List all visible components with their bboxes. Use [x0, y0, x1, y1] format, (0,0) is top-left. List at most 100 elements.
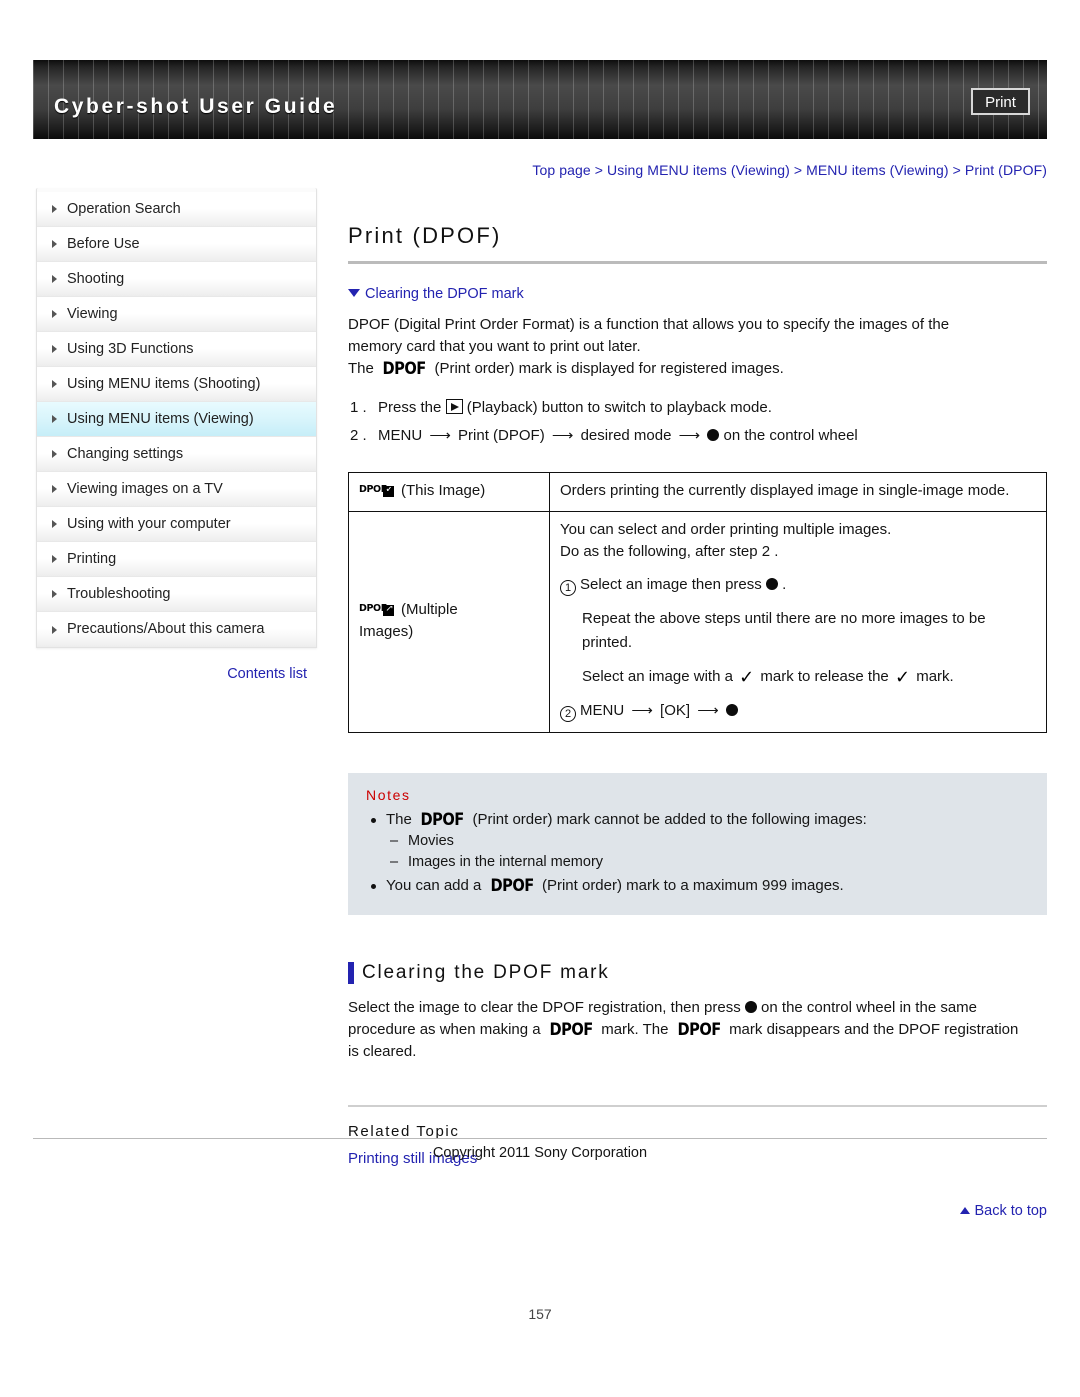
chevron-right-icon: [52, 310, 57, 318]
control-wheel-center-button-icon: [707, 429, 720, 441]
sub-step-2-part-1: MENU: [580, 702, 625, 719]
chevron-right-icon: [52, 275, 57, 283]
sidebar-item-label: Printing: [67, 551, 117, 567]
intro-line-1: DPOF (Digital Print Order Format) is a f…: [348, 316, 950, 333]
jump-to-clearing-dpof-link[interactable]: Clearing the DPOF mark: [348, 286, 1047, 302]
dpof-logo-icon: DPOF: [490, 876, 534, 896]
clearing-part-1: Select the image to clear the DPOF regis…: [348, 999, 741, 1016]
note-2-prefix: You can add a: [386, 877, 482, 894]
mode-label-line-1: (Multiple: [401, 601, 458, 618]
mode-label: (This Image): [401, 482, 486, 499]
back-to-top-link[interactable]: Back to top: [348, 1203, 1047, 1219]
step-1-prefix: Press the: [378, 399, 442, 416]
clearing-part-4: mark. The: [601, 1021, 669, 1038]
notes-box: Notes The DPOF (Print order) mark cannot…: [348, 773, 1047, 915]
release-post: mark.: [916, 668, 954, 685]
sidebar-item-label: Using 3D Functions: [67, 341, 194, 357]
chevron-right-icon: [52, 240, 57, 248]
sub-step-1-suffix: .: [782, 576, 787, 593]
jump-link-label: Clearing the DPOF mark: [365, 286, 524, 302]
note-1-sub-1: Movies: [386, 831, 1029, 852]
sidebar-item-printing[interactable]: Printing: [37, 542, 316, 577]
release-mid: mark to release the: [760, 668, 889, 685]
chevron-right-icon: [52, 485, 57, 493]
step-2-part-3: desired mode: [580, 427, 672, 444]
dpof-logo-icon: DPOF: [677, 1020, 721, 1040]
note-1-sublist: Movies Images in the internal memory: [386, 831, 1029, 873]
sidebar-item-troubleshooting[interactable]: Troubleshooting: [37, 577, 316, 612]
mode-cell-multiple-images: DPOF ↗ (Multiple Images): [348, 511, 550, 733]
playback-icon: [445, 399, 463, 414]
dpof-logo-icon: DPOF: [420, 810, 465, 830]
arrow-right-icon: ⟶: [678, 427, 701, 444]
mode-description-multiple-images: You can select and order printing multip…: [549, 511, 1047, 733]
sidebar-item-precautions-about-this-camera[interactable]: Precautions/About this camera: [37, 612, 316, 647]
arrow-right-icon: ⟶: [631, 702, 653, 719]
clearing-part-3: procedure as when making a: [348, 1021, 541, 1038]
step-1: 1 . Press the (Playback) button to switc…: [348, 394, 1047, 422]
note-1-prefix: The: [386, 811, 412, 828]
section-heading-clearing-dpof: Clearing the DPOF mark: [348, 961, 1047, 985]
sidebar-item-menu-items-shooting[interactable]: Using MENU items (Shooting): [37, 367, 316, 402]
circled-number-1: 1: [560, 580, 576, 596]
sidebar-item-viewing[interactable]: Viewing: [37, 297, 316, 332]
sub-step-release-mark: Select an image with a ✓ mark to release…: [560, 665, 1036, 689]
clearing-part-2: on the control wheel in the same: [761, 999, 978, 1016]
sidebar-item-viewing-images-on-a-tv[interactable]: Viewing images on a TV: [37, 472, 316, 507]
sub-step-repeat: Repeat the above steps until there are n…: [560, 607, 1036, 655]
dpof-logo-icon: DPOF: [382, 359, 427, 379]
mode-table: DPOF ✓ (This Image) Orders printing the …: [348, 472, 1047, 733]
notes-list: The DPOF (Print order) mark cannot be ad…: [366, 809, 1029, 897]
chevron-right-icon: [52, 205, 57, 213]
step-1-suffix: (Playback) button to switch to playback …: [466, 399, 772, 416]
table-row: DPOF ✓ (This Image) Orders printing the …: [348, 472, 1047, 512]
sub-step-2-part-2: [OK]: [660, 702, 691, 719]
header-banner: Cyber-shot User Guide Print: [33, 60, 1047, 139]
intro-line-3-suffix: (Print order) mark is displayed for regi…: [434, 360, 784, 377]
sidebar: Operation Search Before Use Shooting Vie…: [36, 188, 317, 682]
sidebar-item-label: Troubleshooting: [67, 586, 171, 602]
note-item-2: You can add a DPOF (Print order) mark to…: [366, 875, 1029, 897]
sidebar-item-using-with-your-computer[interactable]: Using with your computer: [37, 507, 316, 542]
footer-divider: [33, 1138, 1047, 1139]
sidebar-item-before-use[interactable]: Before Use: [37, 227, 316, 262]
sidebar-item-menu-items-viewing[interactable]: Using MENU items (Viewing): [37, 402, 316, 437]
sidebar-item-shooting[interactable]: Shooting: [37, 262, 316, 297]
notes-title: Notes: [366, 787, 411, 803]
breadcrumb[interactable]: Top page > Using MENU items (Viewing) > …: [348, 162, 1047, 178]
sidebar-item-label: Using with your computer: [67, 516, 231, 532]
clearing-part-6: is cleared.: [348, 1043, 417, 1060]
repeat-line-2: printed.: [582, 634, 633, 651]
release-pre: Select an image with a: [582, 668, 733, 685]
copyright-text: Copyright 2011 Sony Corporation: [432, 1145, 648, 1161]
sub-step-2: 2 MENU ⟶ [OK] ⟶: [560, 699, 1036, 723]
sidebar-item-changing-settings[interactable]: Changing settings: [37, 437, 316, 472]
step-2-part-1: MENU: [378, 427, 423, 444]
contents-list-link[interactable]: Contents list: [36, 666, 317, 682]
multi-desc-line-1: You can select and order printing multip…: [560, 521, 892, 538]
back-to-top-label: Back to top: [974, 1203, 1047, 1219]
sidebar-item-label: Before Use: [67, 236, 140, 252]
control-wheel-center-button-icon: [725, 704, 738, 716]
intro-paragraph: DPOF (Digital Print Order Format) is a f…: [348, 314, 1047, 380]
step-2-number: 2 .: [350, 427, 367, 444]
circled-number-2: 2: [560, 706, 576, 722]
sidebar-list: Operation Search Before Use Shooting Vie…: [36, 188, 317, 648]
step-2: 2 . MENU ⟶ Print (DPOF) ⟶ desired mode ⟶…: [348, 422, 1047, 450]
document-page: Cyber-shot User Guide Print Operation Se…: [0, 0, 1080, 1397]
print-button[interactable]: Print: [971, 88, 1030, 115]
arrow-right-icon: ⟶: [551, 427, 574, 444]
sidebar-item-using-3d-functions[interactable]: Using 3D Functions: [37, 332, 316, 367]
sidebar-item-label: Using MENU items (Viewing): [67, 411, 254, 427]
sidebar-item-label: Using MENU items (Shooting): [67, 376, 261, 392]
sidebar-item-operation-search[interactable]: Operation Search: [37, 192, 316, 227]
chevron-up-icon: [960, 1207, 971, 1214]
sidebar-item-label: Changing settings: [67, 446, 184, 462]
step-1-number: 1 .: [350, 399, 367, 416]
step-2-part-2: Print (DPOF): [458, 427, 545, 444]
note-1-suffix: (Print order) mark cannot be added to th…: [472, 811, 867, 828]
step-2-tail: on the control wheel: [723, 427, 858, 444]
dpof-this-image-icon: DPOF ✓: [359, 484, 394, 497]
chevron-right-icon: [52, 415, 57, 423]
control-wheel-center-button-icon: [765, 578, 778, 590]
